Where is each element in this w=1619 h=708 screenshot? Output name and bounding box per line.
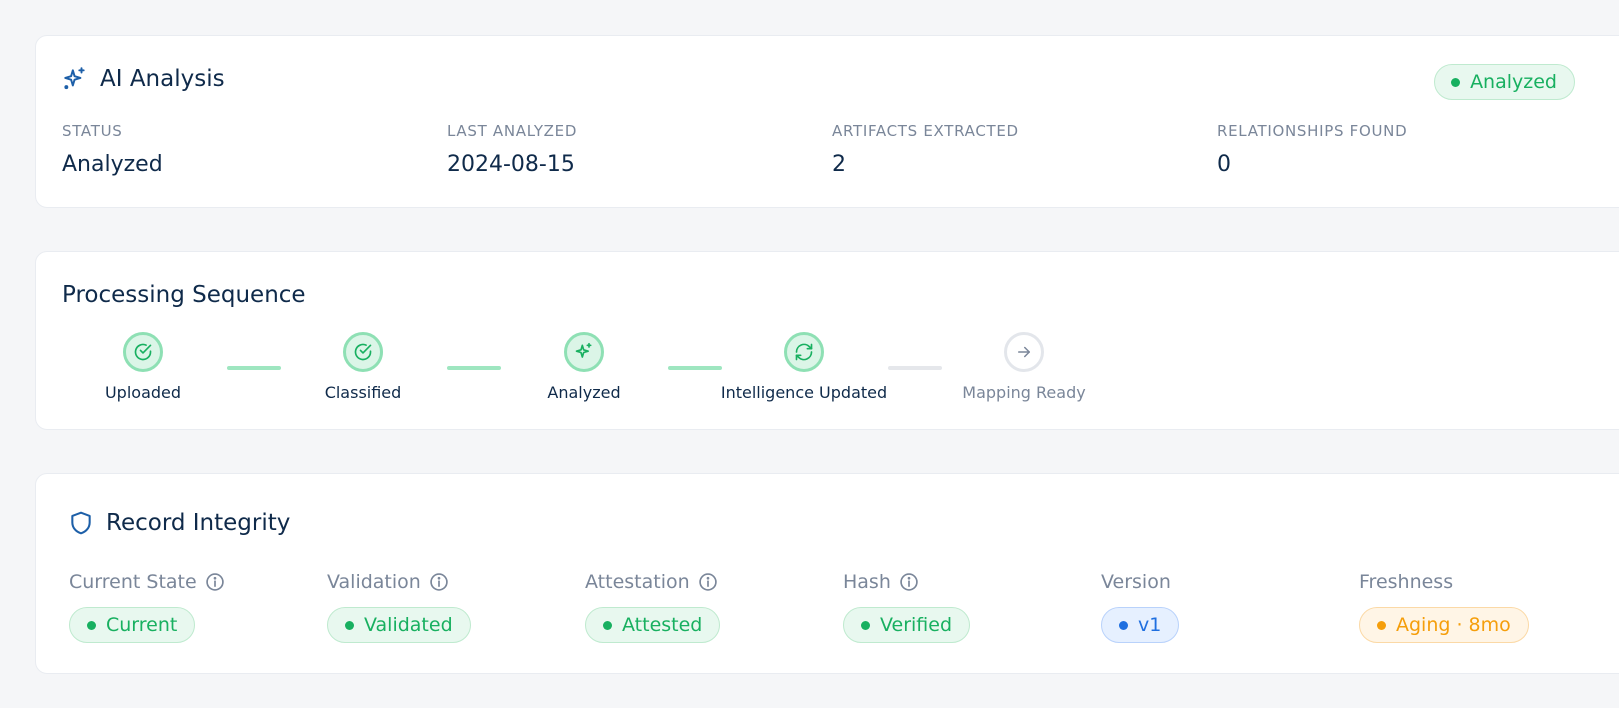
integrity-version: Version v1 bbox=[1101, 569, 1359, 643]
badge-label: Analyzed bbox=[1470, 71, 1557, 93]
refresh-icon bbox=[794, 342, 814, 362]
info-icon[interactable] bbox=[899, 572, 919, 592]
shield-icon bbox=[68, 510, 94, 536]
status-dot bbox=[861, 620, 870, 630]
ai-analysis-card: AI Analysis Analyzed STATUS Analyzed LAS… bbox=[35, 35, 1619, 208]
integrity-label-row: Version bbox=[1101, 569, 1359, 595]
integrity-label-row: Attestation bbox=[585, 569, 843, 595]
integrity-label: Hash bbox=[843, 571, 891, 593]
check-circle-icon bbox=[133, 342, 153, 362]
integrity-label-row: Hash bbox=[843, 569, 1101, 595]
sparkle-icon bbox=[62, 66, 88, 92]
pill-label: Verified bbox=[880, 614, 953, 636]
check-circle-icon bbox=[353, 342, 373, 362]
status-dot bbox=[1119, 620, 1128, 630]
info-icon[interactable] bbox=[429, 572, 449, 592]
version-pill: v1 bbox=[1101, 607, 1180, 643]
stat-artifacts-extracted: ARTIFACTS EXTRACTED 2 bbox=[832, 122, 1217, 177]
integrity-hash: Hash Verified bbox=[843, 569, 1101, 643]
step-circle bbox=[784, 332, 824, 372]
status-dot bbox=[1377, 620, 1386, 630]
ai-analysis-header: AI Analysis bbox=[62, 66, 225, 92]
stat-label: STATUS bbox=[62, 122, 123, 140]
status-dot bbox=[87, 620, 96, 630]
ai-analysis-title: AI Analysis bbox=[100, 66, 225, 92]
step-uploaded: Uploaded bbox=[43, 332, 243, 402]
attestation-pill: Attested bbox=[585, 607, 721, 643]
step-label: Intelligence Updated bbox=[720, 383, 888, 402]
processing-sequence-title: Processing Sequence bbox=[62, 282, 306, 308]
pill-label: Current bbox=[106, 614, 178, 636]
stat-relationships-found: RELATIONSHIPS FOUND 0 bbox=[1217, 122, 1602, 177]
status-dot bbox=[345, 620, 354, 630]
arrow-right-icon bbox=[1015, 343, 1033, 361]
stat-value: Analyzed bbox=[62, 152, 163, 177]
stat-value: 0 bbox=[1217, 152, 1231, 177]
pill-label: Validated bbox=[364, 614, 453, 636]
stat-label: LAST ANALYZED bbox=[447, 122, 578, 140]
step-circle bbox=[1004, 332, 1044, 372]
integrity-current-state: Current State Current bbox=[69, 569, 327, 643]
integrity-validation: Validation Validated bbox=[327, 569, 585, 643]
step-circle bbox=[564, 332, 604, 372]
pill-label: v1 bbox=[1138, 614, 1162, 636]
integrity-label: Freshness bbox=[1359, 571, 1454, 593]
step-label: Analyzed bbox=[547, 383, 621, 402]
ai-stats-row: STATUS Analyzed LAST ANALYZED 2024-08-15… bbox=[62, 122, 1602, 177]
current-state-pill: Current bbox=[69, 607, 196, 643]
freshness-pill: Aging · 8mo bbox=[1359, 607, 1529, 643]
stat-value: 2 bbox=[832, 152, 846, 177]
validation-pill: Validated bbox=[327, 607, 471, 643]
info-icon[interactable] bbox=[205, 572, 225, 592]
integrity-label-row: Current State bbox=[69, 569, 327, 595]
status-dot bbox=[603, 620, 612, 630]
step-analyzed: Analyzed bbox=[484, 332, 684, 402]
integrity-freshness: Freshness Aging · 8mo bbox=[1359, 569, 1617, 643]
info-icon[interactable] bbox=[698, 572, 718, 592]
pill-label: Aging · 8mo bbox=[1396, 614, 1511, 636]
integrity-label: Attestation bbox=[585, 571, 690, 593]
integrity-label: Validation bbox=[327, 571, 421, 593]
record-integrity-title: Record Integrity bbox=[106, 510, 291, 536]
integrity-attestation: Attestation Attested bbox=[585, 569, 843, 643]
integrity-label: Current State bbox=[69, 571, 197, 593]
analyzed-status-badge: Analyzed bbox=[1434, 64, 1575, 100]
sparkle-icon bbox=[574, 342, 594, 362]
integrity-columns: Current State Current Validation Validat… bbox=[69, 569, 1619, 643]
step-circle bbox=[123, 332, 163, 372]
step-classified: Classified bbox=[263, 332, 463, 402]
step-label: Uploaded bbox=[104, 383, 182, 402]
pill-label: Attested bbox=[622, 614, 703, 636]
stat-last-analyzed: LAST ANALYZED 2024-08-15 bbox=[447, 122, 832, 177]
stat-label: ARTIFACTS EXTRACTED bbox=[832, 122, 1019, 140]
processing-sequence-card: Processing Sequence Uploaded Classified bbox=[35, 251, 1619, 430]
stat-value: 2024-08-15 bbox=[447, 152, 575, 177]
record-integrity-header: Record Integrity bbox=[68, 510, 290, 536]
step-intelligence-updated: Intelligence Updated bbox=[704, 332, 904, 402]
step-label: Classified bbox=[324, 383, 402, 402]
integrity-label-row: Validation bbox=[327, 569, 585, 595]
integrity-label-row: Freshness bbox=[1359, 569, 1617, 595]
step-circle bbox=[343, 332, 383, 372]
step-label: Mapping Ready bbox=[962, 383, 1086, 402]
stat-status: STATUS Analyzed bbox=[62, 122, 447, 177]
stat-label: RELATIONSHIPS FOUND bbox=[1217, 122, 1408, 140]
hash-pill: Verified bbox=[843, 607, 971, 643]
step-mapping-ready: Mapping Ready bbox=[924, 332, 1124, 402]
integrity-label: Version bbox=[1101, 571, 1171, 593]
record-integrity-card: Record Integrity Current State Current V… bbox=[35, 473, 1619, 674]
status-dot bbox=[1451, 77, 1461, 87]
